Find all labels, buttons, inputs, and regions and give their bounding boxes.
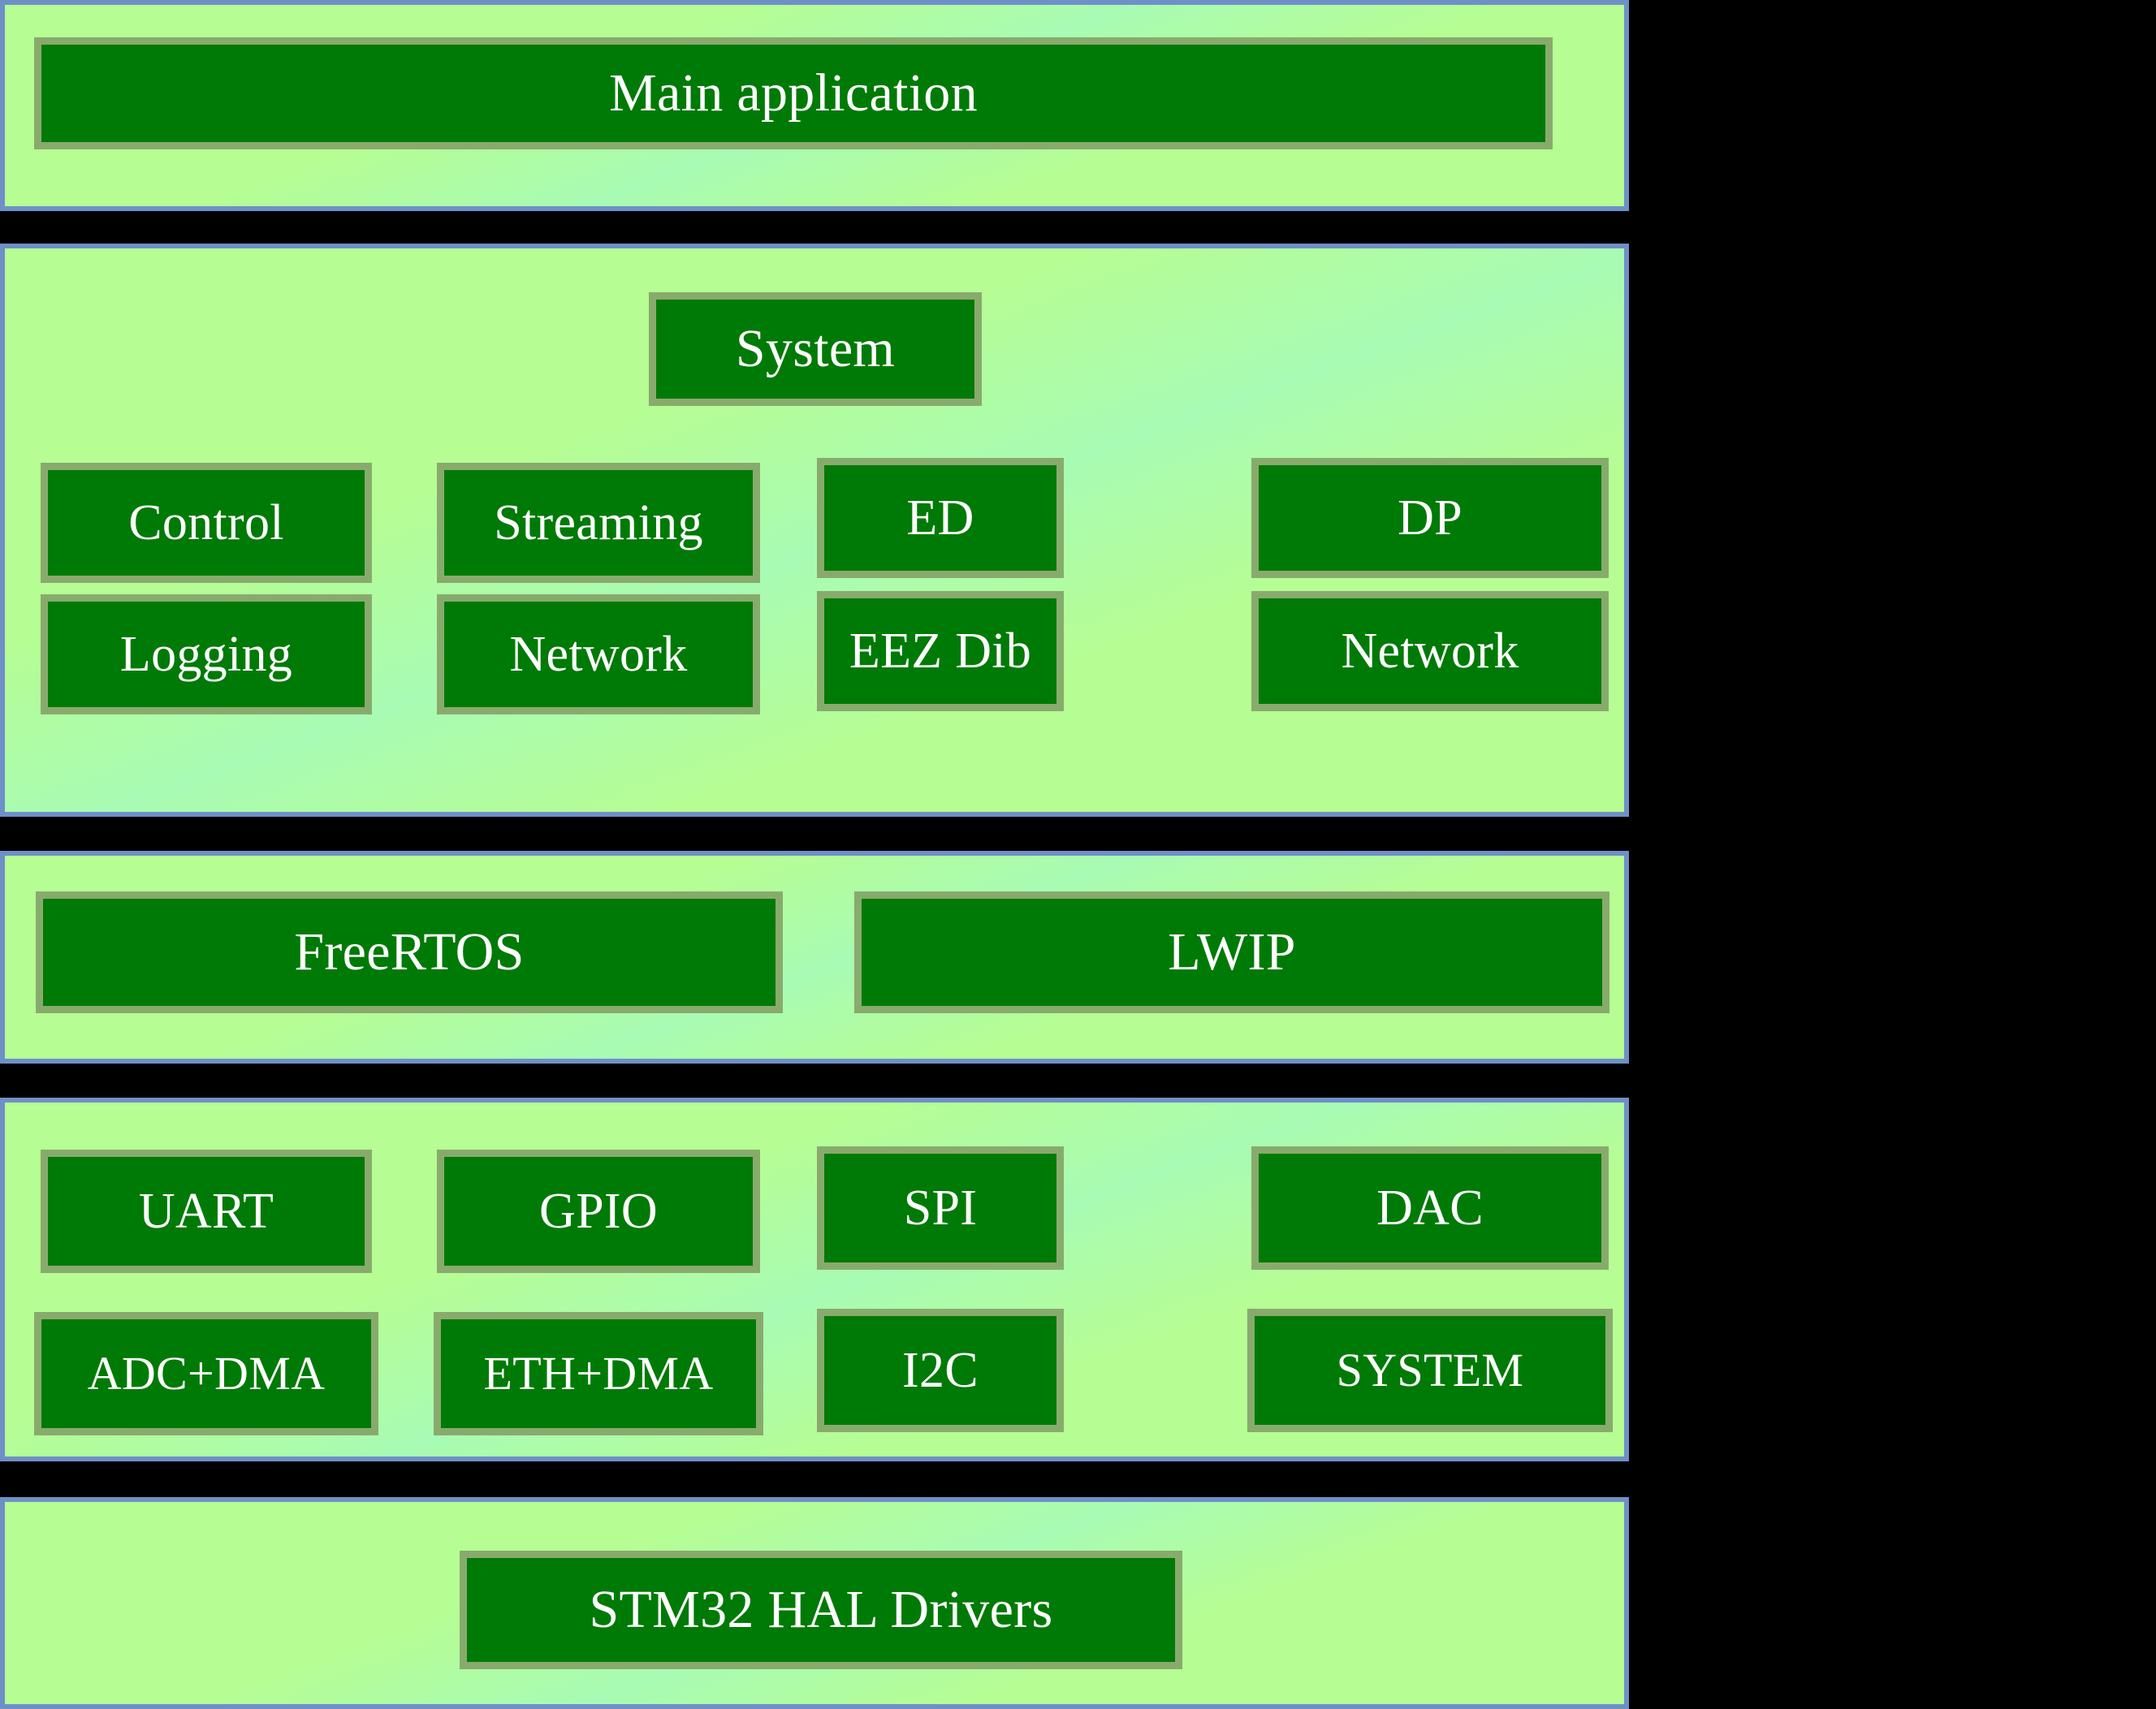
box-label: SPI	[903, 1180, 978, 1236]
box-label: SYSTEM	[1336, 1344, 1524, 1396]
box-label: Streaming	[494, 495, 703, 550]
box-label: GPIO	[539, 1184, 658, 1239]
box-stm32-hal-drivers[interactable]: STM32 HAL Drivers	[460, 1551, 1182, 1669]
box-label: Logging	[119, 627, 293, 682]
layer-hal: STM32 HAL Drivers	[0, 1497, 1629, 1709]
box-adc-dma[interactable]: ADC+DMA	[34, 1312, 378, 1435]
box-dp[interactable]: DP	[1251, 458, 1609, 578]
box-label: System	[735, 319, 896, 378]
architecture-diagram: Main application System Control Streamin…	[0, 0, 1629, 1709]
box-label: Control	[128, 495, 284, 550]
box-control[interactable]: Control	[41, 463, 372, 583]
box-network-modules[interactable]: Network	[437, 594, 760, 714]
box-i2c[interactable]: I2C	[817, 1309, 1064, 1432]
box-label: ETH+DMA	[483, 1347, 714, 1400]
box-spi[interactable]: SPI	[817, 1146, 1064, 1270]
box-label: LWIP	[1168, 922, 1296, 982]
layer-middleware: FreeRTOS LWIP	[0, 851, 1629, 1064]
box-label: I2C	[902, 1343, 979, 1398]
box-label: DAC	[1376, 1180, 1484, 1236]
box-main-application[interactable]: Main application	[34, 37, 1553, 149]
box-logging[interactable]: Logging	[41, 594, 372, 714]
background-filler	[1629, 0, 2156, 1709]
layer-application: Main application	[0, 0, 1629, 211]
box-gpio[interactable]: GPIO	[437, 1150, 760, 1273]
box-label: Network	[1341, 624, 1519, 679]
box-label: EEZ Dib	[849, 624, 1032, 679]
box-ed[interactable]: ED	[817, 458, 1064, 578]
box-label: Main application	[609, 63, 978, 123]
box-label: STM32 HAL Drivers	[589, 1580, 1053, 1639]
box-label: UART	[138, 1184, 274, 1239]
box-eez-dib[interactable]: EEZ Dib	[817, 591, 1064, 711]
layer-peripherals: UART GPIO SPI DAC ADC+DMA ETH+DMA I2C SY…	[0, 1098, 1629, 1461]
box-label: DP	[1398, 490, 1463, 546]
box-freertos[interactable]: FreeRTOS	[36, 891, 783, 1013]
layer-modules: System Control Streaming ED DP Logging N…	[0, 244, 1629, 817]
box-streaming[interactable]: Streaming	[437, 463, 760, 583]
box-label: ED	[906, 490, 974, 546]
box-network-dp[interactable]: Network	[1251, 591, 1609, 711]
box-uart[interactable]: UART	[41, 1150, 372, 1273]
box-lwip[interactable]: LWIP	[854, 891, 1609, 1013]
box-label: FreeRTOS	[294, 922, 525, 982]
box-eth-dma[interactable]: ETH+DMA	[434, 1312, 763, 1435]
box-dac[interactable]: DAC	[1251, 1146, 1609, 1270]
box-label: Network	[509, 627, 688, 682]
box-system[interactable]: System	[649, 292, 982, 406]
box-label: ADC+DMA	[87, 1347, 326, 1400]
box-system-peripheral[interactable]: SYSTEM	[1247, 1309, 1613, 1432]
